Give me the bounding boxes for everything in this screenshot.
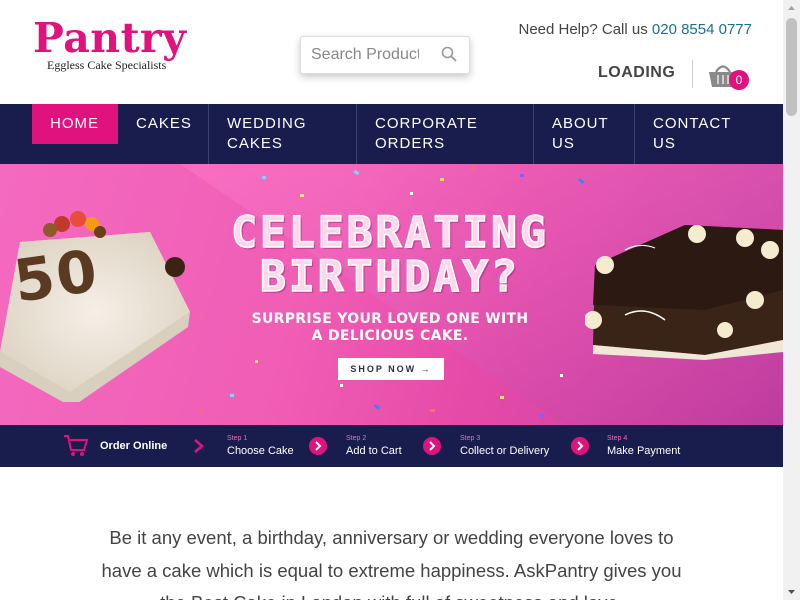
scrollbar-thumb[interactable] [786,18,797,116]
help-line: Need Help? Call us 020 8554 0777 [518,21,752,38]
search-box [300,36,470,74]
banner-headline-line2: BIRTHDAY? [259,252,520,302]
intro-paragraph: Be it any event, a birthday, anniversary… [60,522,723,600]
nav-label: CAKES [136,115,192,132]
intro-line: the Best Cake in London with full of swe… [60,587,723,600]
search-icon[interactable] [441,46,457,62]
step-4-label: Make Payment [607,445,681,457]
nav-label: CAKES [227,135,283,152]
nav-label: US [653,135,676,152]
intro-line: have a cake which is equal to extreme ha… [101,559,682,581]
help-text: Need Help? Call us [518,21,652,38]
shopping-cart-icon [64,435,89,456]
order-steps-bar: Order Online Step 1 Choose Cake Step 2 A… [0,425,783,467]
step-3-number: Step 3 [460,435,481,442]
nav-contact-us[interactable]: CONTACT US [635,104,783,164]
step-1-label: Choose Cake [227,445,294,457]
nav-label: ABOUT [552,115,609,132]
loading-status: LOADING [598,64,676,81]
nav-home[interactable]: HOME [32,104,118,144]
step-3-label: Collect or Delivery [460,445,550,457]
nav-label: WEDDING [227,115,307,132]
nav-label: HOME [50,115,99,132]
brand-name: Pantry [33,14,187,62]
nav-label: ORDERS [375,135,446,152]
hero-banner[interactable]: 50 CELEBRATING BIRTHDAY? SURPRISE YOUR L… [0,164,783,425]
step-1-number: Step 1 [227,435,248,442]
scroll-down-arrow[interactable] [783,583,800,600]
shop-now-button[interactable]: SHOP NOW → [338,358,444,380]
banner-subtitle-line2: A DELICIOUS CAKE. [311,328,469,344]
step-2-label: Add to Cart [346,445,402,457]
step-2-number: Step 2 [346,435,367,442]
banner-headline-line1: CELEBRATING [230,208,549,258]
main-nav: HOME CAKES WEDDING CAKES CORPORATE ORDER… [0,104,783,164]
nav-wedding-cakes[interactable]: WEDDING CAKES [209,104,356,164]
step-arrow-icon [571,437,589,455]
cake-image-right [585,225,783,360]
cart-count-badge: 0 [729,70,749,90]
phone-link[interactable]: 020 8554 0777 [652,21,752,38]
cart-button[interactable]: 0 [707,60,751,92]
nav-label: US [552,135,575,152]
nav-label: CONTACT [653,115,732,132]
intro-line: Be it any event, a birthday, anniversary… [109,527,674,548]
page: Pantry Eggless Cake Specialists Need Hel… [0,0,783,600]
order-online-label: Order Online [100,440,168,452]
header-divider [692,60,693,88]
nav-cakes[interactable]: CAKES [118,104,208,164]
vertical-scrollbar[interactable] [783,0,800,600]
step-4-number: Step 4 [607,435,628,442]
cake-age-number: 50 [9,236,104,316]
step-arrow-icon [309,437,327,455]
chevron-right-icon [194,439,204,453]
scroll-up-arrow[interactable] [783,0,800,17]
step-arrow-icon [423,437,441,455]
brand-logo[interactable]: Pantry Eggless Cake Specialists [33,18,186,73]
search-input[interactable] [311,45,419,65]
brand-tagline: Eggless Cake Specialists [47,58,167,72]
nav-label: CORPORATE [375,115,478,132]
nav-about-us[interactable]: ABOUT US [534,104,634,164]
nav-corporate-orders[interactable]: CORPORATE ORDERS [357,104,533,164]
